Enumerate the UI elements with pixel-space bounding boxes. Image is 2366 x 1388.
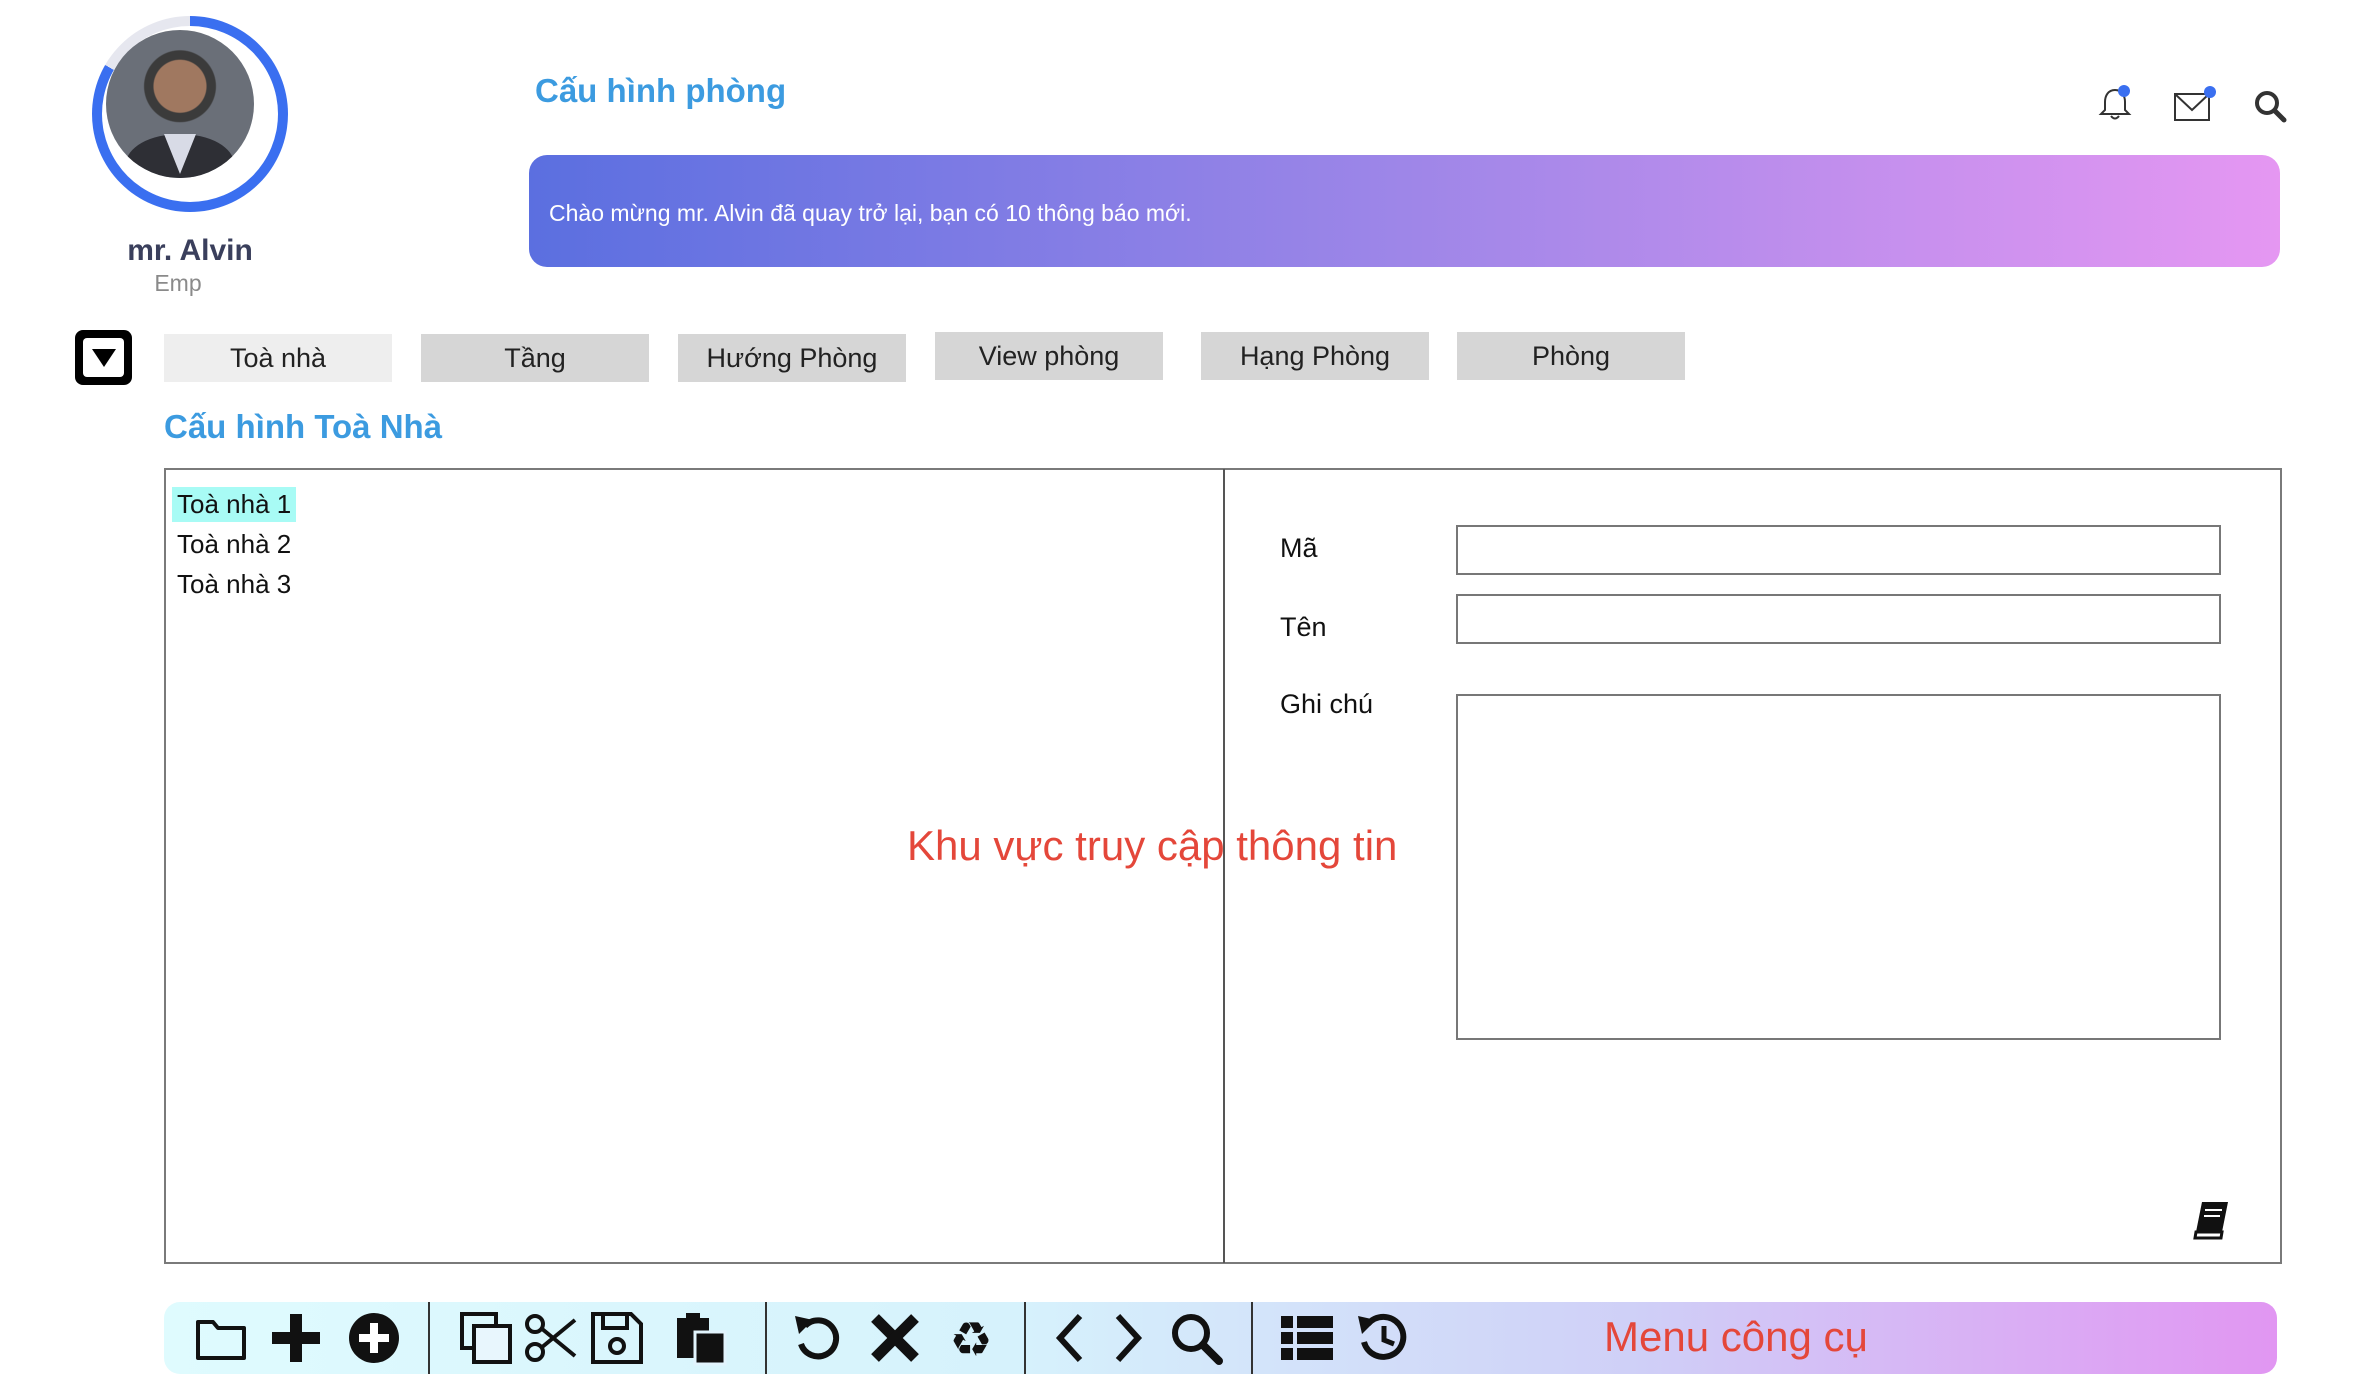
avatar-ring[interactable] bbox=[92, 16, 288, 212]
bell-icon[interactable] bbox=[2095, 84, 2135, 124]
save-icon[interactable] bbox=[589, 1310, 645, 1366]
welcome-text: Chào mừng mr. Alvin đã quay trở lại, bạn… bbox=[549, 200, 1192, 226]
toolbar-annotation: Menu công cụ bbox=[1604, 1313, 1868, 1360]
note-label: Ghi chú bbox=[1280, 689, 1374, 719]
add-circle-icon[interactable] bbox=[346, 1310, 402, 1366]
cut-icon[interactable] bbox=[523, 1310, 579, 1366]
menu-toggle-button[interactable] bbox=[75, 330, 132, 385]
list-item[interactable]: Toà nhà 2 bbox=[172, 527, 296, 562]
user-name: mr. Alvin bbox=[127, 234, 253, 267]
mail-icon[interactable] bbox=[2172, 86, 2216, 126]
tab-building[interactable]: Toà nhà bbox=[164, 334, 392, 382]
book-icon[interactable] bbox=[2190, 1198, 2234, 1242]
folder-icon[interactable] bbox=[193, 1310, 249, 1366]
paste-icon[interactable] bbox=[673, 1310, 729, 1366]
name-label: Tên bbox=[1280, 612, 1327, 642]
undo-icon[interactable] bbox=[791, 1310, 847, 1366]
history-icon[interactable] bbox=[1356, 1310, 1412, 1366]
tab-floor[interactable]: Tầng bbox=[421, 334, 649, 382]
note-textarea[interactable] bbox=[1456, 694, 2221, 1040]
list-item[interactable]: Toà nhà 3 bbox=[172, 567, 296, 602]
search-icon[interactable] bbox=[2250, 86, 2290, 126]
triangle-down-icon bbox=[92, 349, 116, 367]
recycle-icon[interactable]: ♻ bbox=[943, 1310, 999, 1368]
tab-room-view[interactable]: View phòng bbox=[935, 332, 1163, 380]
tab-room-class[interactable]: Hạng Phòng bbox=[1201, 332, 1429, 380]
info-area-annotation: Khu vực truy cập thông tin bbox=[907, 822, 1398, 869]
list-icon[interactable] bbox=[1279, 1310, 1335, 1366]
plus-icon[interactable] bbox=[268, 1310, 324, 1366]
chevron-left-icon[interactable] bbox=[1044, 1310, 1100, 1366]
svg-text:♻: ♻ bbox=[949, 1312, 992, 1366]
avatar[interactable] bbox=[106, 30, 254, 178]
chevron-right-icon[interactable] bbox=[1100, 1310, 1156, 1366]
copy-icon[interactable] bbox=[458, 1310, 514, 1366]
section-title: Cấu hình Toà Nhà bbox=[164, 408, 443, 445]
tab-room-direction[interactable]: Hướng Phòng bbox=[678, 334, 906, 382]
close-icon[interactable] bbox=[867, 1310, 923, 1366]
code-input[interactable] bbox=[1456, 525, 2221, 575]
search-icon[interactable] bbox=[1168, 1310, 1224, 1366]
page-title: Cấu hình phòng bbox=[535, 72, 787, 109]
user-role: Emp bbox=[154, 270, 202, 296]
name-input[interactable] bbox=[1456, 594, 2221, 644]
welcome-banner: Chào mừng mr. Alvin đã quay trở lại, bạn… bbox=[529, 155, 2280, 267]
code-label: Mã bbox=[1280, 533, 1318, 563]
list-item[interactable]: Toà nhà 1 bbox=[172, 487, 297, 522]
tab-room[interactable]: Phòng bbox=[1457, 332, 1685, 380]
